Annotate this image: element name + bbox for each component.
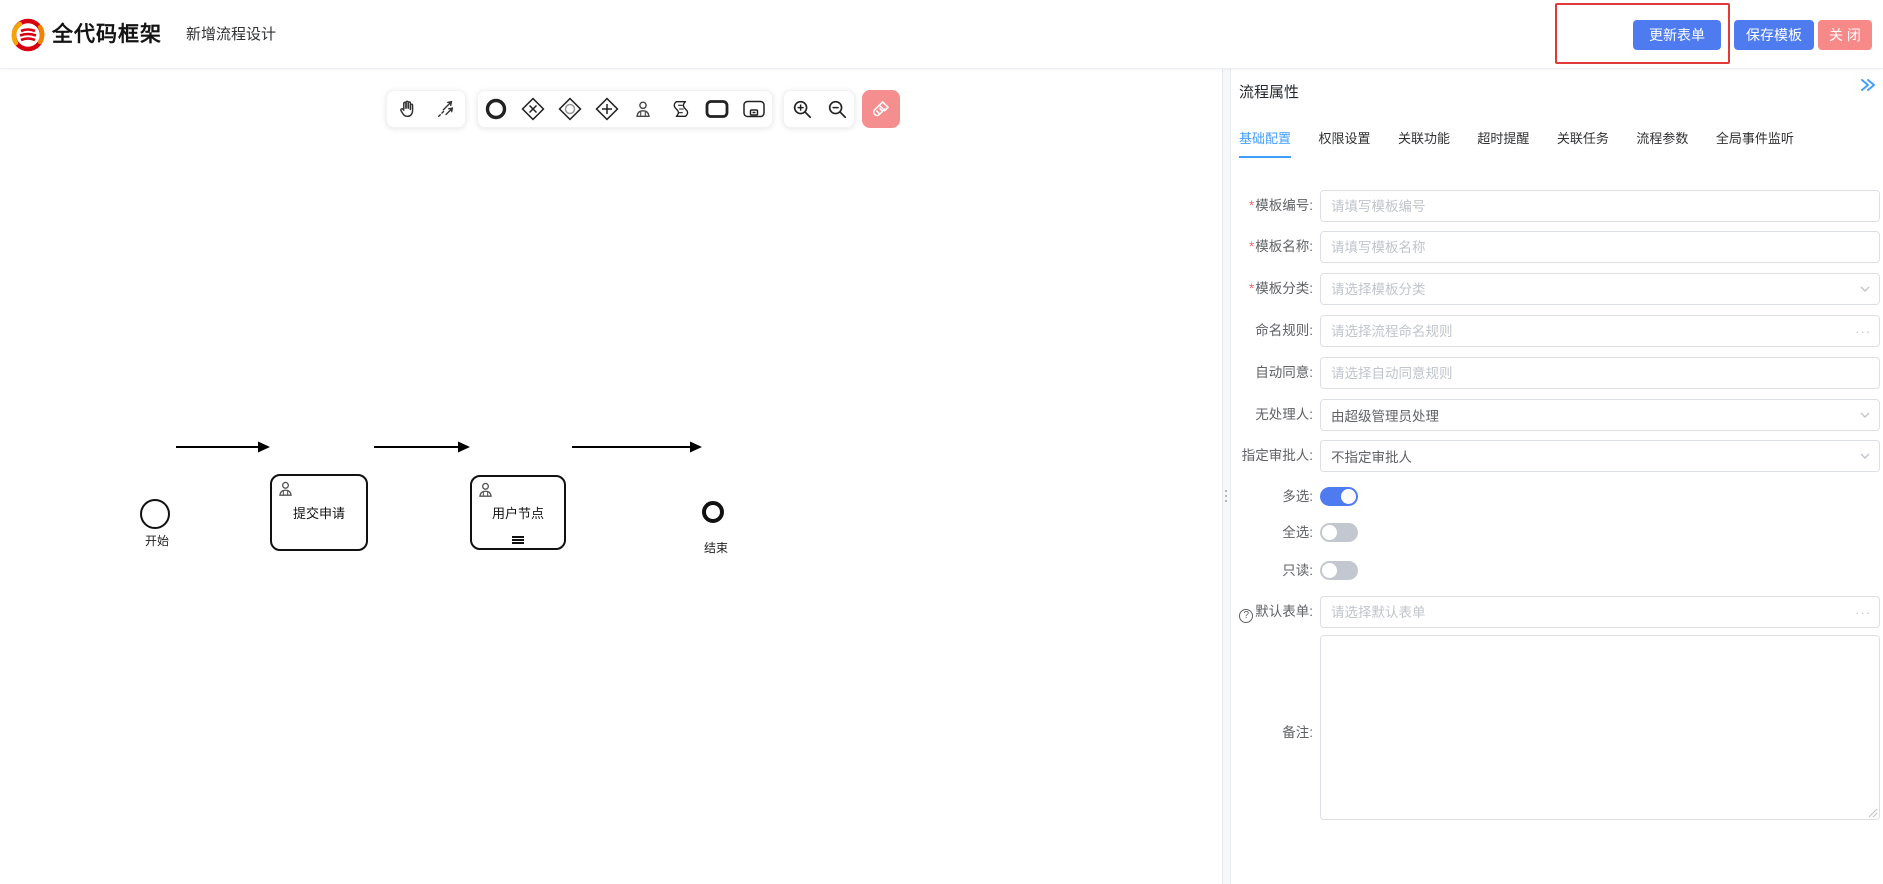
assigned-approver-select — [1320, 440, 1880, 472]
template-category-select — [1320, 273, 1880, 305]
sequence-flow-edges — [0, 69, 1222, 884]
panel-tabs: 基础配置 权限设置 关联功能 超时提醒 关联任务 流程参数 全局事件监听 — [1239, 128, 1817, 158]
tab-permission-settings[interactable]: 权限设置 — [1318, 128, 1370, 156]
tab-related-tasks[interactable]: 关联任务 — [1557, 128, 1609, 156]
multi-select-toggle[interactable] — [1320, 487, 1358, 506]
header-bar: 全代码框架 新增流程设计 更新表单 保存模板 关 闭 — [0, 0, 1883, 69]
field-label-template-code: *模板编号: — [1231, 190, 1313, 222]
template-name-field — [1320, 231, 1880, 263]
panel-resize-handle[interactable] — [1222, 69, 1231, 884]
toggle-label-read-only: 只读: — [1231, 561, 1313, 581]
tab-timeout-reminder[interactable]: 超时提醒 — [1477, 128, 1529, 156]
start-event-label: 开始 — [125, 532, 189, 549]
user-task-node-submit[interactable]: 提交申请 — [270, 474, 368, 551]
end-event-node[interactable] — [702, 501, 724, 523]
page-title: 新增流程设计 — [186, 0, 276, 69]
tab-global-event-listener[interactable]: 全局事件监听 — [1716, 128, 1794, 156]
drag-dots-icon — [1225, 487, 1228, 505]
task-label: 提交申请 — [293, 503, 345, 522]
auto-agree-field — [1320, 357, 1880, 389]
tab-related-functions[interactable]: 关联功能 — [1398, 128, 1450, 156]
assigned-approver-input[interactable] — [1320, 440, 1880, 472]
update-form-button[interactable]: 更新表单 — [1633, 20, 1721, 50]
brand-logo-icon — [10, 17, 46, 53]
toggle-label-multi-select: 多选: — [1231, 487, 1313, 507]
field-label-naming-rule: 命名规则: — [1231, 315, 1313, 347]
naming-rule-input[interactable] — [1320, 315, 1880, 347]
panel-title: 流程属性 — [1239, 81, 1299, 102]
field-label-remark: 备注: — [1231, 717, 1313, 749]
remark-textarea[interactable] — [1320, 635, 1880, 820]
field-label-no-handler: 无处理人: — [1231, 399, 1313, 431]
auto-agree-input[interactable] — [1320, 357, 1880, 389]
select-all-toggle[interactable] — [1320, 523, 1358, 542]
multi-instance-marker-icon — [511, 535, 525, 545]
user-task-node-user[interactable]: 用户节点 — [470, 475, 566, 550]
field-label-template-name: *模板名称: — [1231, 231, 1313, 263]
user-task-marker-icon — [276, 479, 295, 498]
no-handler-select — [1320, 399, 1880, 431]
brand-name: 全代码框架 — [52, 0, 162, 69]
collapse-panel-icon[interactable] — [1857, 75, 1877, 95]
remark-field — [1320, 635, 1880, 820]
read-only-toggle[interactable] — [1320, 561, 1358, 580]
tab-process-params[interactable]: 流程参数 — [1636, 128, 1688, 156]
start-event-node[interactable] — [140, 499, 170, 529]
field-label-default-form: ?默认表单: — [1225, 596, 1313, 628]
task-label: 用户节点 — [492, 503, 544, 522]
workflow-designer-app: 全代码框架 新增流程设计 更新表单 保存模板 关 闭 — [0, 0, 1883, 884]
field-label-auto-agree: 自动同意: — [1231, 357, 1313, 389]
tab-basic-config[interactable]: 基础配置 — [1239, 128, 1291, 158]
template-name-input[interactable] — [1320, 231, 1880, 263]
template-code-input[interactable] — [1320, 190, 1880, 222]
help-icon[interactable]: ? — [1239, 609, 1253, 623]
field-label-assigned-approver: 指定审批人: — [1231, 440, 1313, 472]
field-label-template-category: *模板分类: — [1231, 273, 1313, 305]
default-form-input[interactable] — [1320, 596, 1880, 628]
naming-rule-picker: ··· — [1320, 315, 1880, 347]
toggle-label-select-all: 全选: — [1231, 523, 1313, 543]
process-properties-panel: 流程属性 基础配置 权限设置 关联功能 超时提醒 关联任务 流程参数 全局事件监… — [1231, 69, 1883, 884]
close-button[interactable]: 关 闭 — [1818, 20, 1872, 50]
bpmn-canvas[interactable]: 开始 提交申请 用户节点 结束 — [0, 69, 1222, 884]
template-category-input[interactable] — [1320, 273, 1880, 305]
template-code-field — [1320, 190, 1880, 222]
save-template-button[interactable]: 保存模板 — [1734, 20, 1814, 50]
user-task-marker-icon — [476, 480, 495, 499]
no-handler-input[interactable] — [1320, 399, 1880, 431]
end-event-label: 结束 — [684, 539, 748, 556]
default-form-picker: ··· — [1320, 596, 1880, 628]
